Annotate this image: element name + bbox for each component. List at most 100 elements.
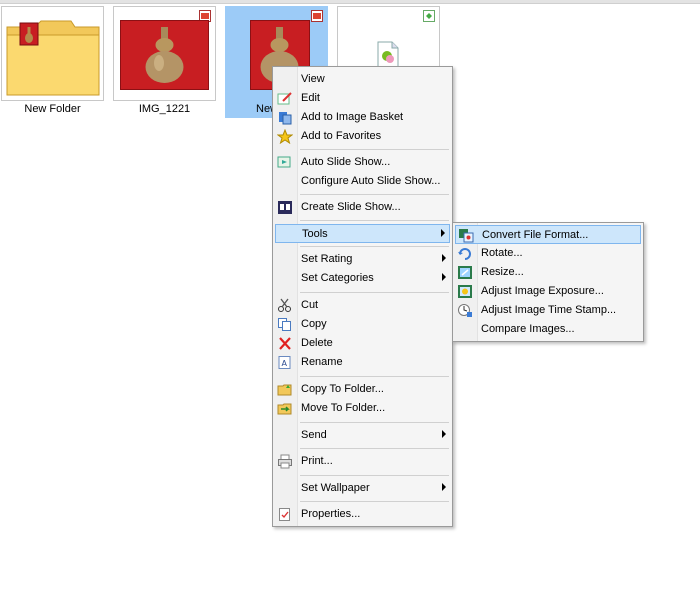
menu-item-label: Cut [301, 299, 319, 311]
tools-submenu: Convert File Format... Rotate... Resize.… [452, 222, 644, 342]
menu-item-label: Set Rating [301, 253, 353, 265]
context-menu: View Edit Add to Image Basket Add to Fav… [272, 66, 453, 527]
submenu-item-adjust-image-exposure[interactable]: Adjust Image Exposure... [455, 282, 641, 301]
menu-separator [300, 475, 449, 476]
menu-separator [300, 422, 449, 423]
thumbnail-frame [1, 6, 104, 101]
thumbnail-caption: New Folder [24, 103, 81, 115]
slideshow-icon [277, 156, 291, 168]
menu-separator [300, 501, 449, 502]
submenu-arrow-icon [442, 483, 446, 491]
menu-item-cut[interactable]: Cut [275, 296, 450, 315]
menu-item-configure-auto-slide-show[interactable]: Configure Auto Slide Show... [275, 172, 450, 191]
menu-item-label: Adjust Image Time Stamp... [481, 304, 617, 316]
basket-icon [279, 112, 292, 125]
menu-separator [300, 246, 449, 247]
move-folder-icon [277, 403, 292, 415]
menu-separator [300, 194, 449, 195]
submenu-item-adjust-image-time-stamp[interactable]: Adjust Image Time Stamp... [455, 301, 641, 320]
thumbnail-new-folder[interactable]: New Folder [1, 6, 104, 118]
menu-item-label: Convert File Format... [482, 229, 589, 241]
menu-item-set-categories[interactable]: Set Categories [275, 269, 450, 288]
menu-separator [300, 292, 449, 293]
menu-item-delete[interactable]: Delete [275, 334, 450, 353]
thumbnail-frame [113, 6, 216, 101]
menu-item-label: Tools [302, 228, 328, 240]
menu-item-label: Move To Folder... [301, 402, 386, 414]
menu-item-label: Add to Favorites [301, 130, 382, 142]
edit-icon [277, 92, 292, 105]
svg-text:A: A [282, 359, 288, 368]
menu-item-label: View [301, 73, 325, 85]
menu-item-edit[interactable]: Edit [275, 89, 450, 108]
document-icon [377, 41, 399, 69]
menu-item-label: Edit [301, 92, 320, 104]
resize-icon [458, 266, 472, 279]
menu-item-label: Auto Slide Show... [301, 156, 391, 168]
submenu-arrow-icon [442, 254, 446, 262]
create-slideshow-icon [278, 201, 292, 214]
star-icon [277, 129, 293, 144]
menu-separator [300, 448, 449, 449]
submenu-item-compare-images[interactable]: Compare Images... [455, 320, 641, 339]
menu-item-label: Adjust Image Exposure... [481, 285, 604, 297]
menu-item-print[interactable]: Print... [275, 452, 450, 471]
menu-item-label: Send [301, 429, 327, 441]
menu-item-label: Copy To Folder... [301, 383, 384, 395]
menu-item-add-to-image-basket[interactable]: Add to Image Basket [275, 108, 450, 127]
thumbnail-caption: IMG_1221 [138, 103, 191, 115]
menu-item-label: Rename [301, 356, 343, 368]
menu-item-set-rating[interactable]: Set Rating [275, 250, 450, 269]
menu-item-copy[interactable]: Copy [275, 315, 450, 334]
menu-item-move-to-folder[interactable]: Move To Folder... [275, 399, 450, 418]
exposure-icon [458, 285, 472, 298]
copy-icon [278, 318, 291, 331]
submenu-arrow-icon [442, 430, 446, 438]
convert-icon [459, 229, 474, 243]
menu-item-label: Properties... [301, 508, 361, 520]
menu-item-create-slide-show[interactable]: Create Slide Show... [275, 198, 450, 217]
menu-item-label: Create Slide Show... [301, 201, 401, 213]
photo-thumbnail [120, 20, 209, 90]
menu-item-auto-slide-show[interactable]: Auto Slide Show... [275, 153, 450, 172]
image-type-badge-icon [311, 10, 323, 22]
menu-item-label: Copy [301, 318, 327, 330]
submenu-item-rotate[interactable]: Rotate... [455, 244, 641, 263]
menu-item-label: Resize... [481, 266, 524, 278]
document-badge-icon [423, 10, 435, 22]
menu-item-view[interactable]: View [275, 70, 450, 89]
submenu-item-resize[interactable]: Resize... [455, 263, 641, 282]
menu-item-copy-to-folder[interactable]: Copy To Folder... [275, 380, 450, 399]
menu-item-label: Compare Images... [481, 323, 575, 335]
menu-item-tools[interactable]: Tools [275, 224, 450, 243]
copy-folder-icon [277, 384, 292, 396]
properties-icon [279, 508, 290, 521]
menu-item-set-wallpaper[interactable]: Set Wallpaper [275, 479, 450, 498]
timestamp-icon [458, 304, 472, 317]
menu-item-label: Delete [301, 337, 333, 349]
delete-icon [279, 337, 291, 350]
menu-item-label: Set Categories [301, 272, 374, 284]
folder-icon [6, 20, 100, 96]
menu-item-label: Configure Auto Slide Show... [301, 175, 441, 187]
menu-item-rename[interactable]: A Rename [275, 353, 450, 372]
menu-item-properties[interactable]: Properties... [275, 505, 450, 524]
menu-separator [300, 149, 449, 150]
rename-icon: A [278, 356, 291, 369]
menu-separator [300, 376, 449, 377]
scissors-icon [278, 298, 291, 312]
submenu-arrow-icon [441, 229, 445, 237]
submenu-item-convert-file-format[interactable]: Convert File Format... [455, 225, 641, 244]
printer-icon [278, 454, 292, 469]
submenu-arrow-icon [442, 273, 446, 281]
window-top-edge [0, 0, 700, 4]
thumbnail-img-1221[interactable]: IMG_1221 [113, 6, 216, 118]
menu-separator [300, 220, 449, 221]
menu-item-label: Add to Image Basket [301, 111, 404, 123]
menu-item-label: Rotate... [481, 247, 523, 259]
menu-item-send[interactable]: Send [275, 426, 450, 445]
vase-image [145, 27, 184, 83]
rotate-icon [458, 248, 471, 260]
menu-item-label: Set Wallpaper [301, 482, 370, 494]
menu-item-add-to-favorites[interactable]: Add to Favorites [275, 127, 450, 146]
